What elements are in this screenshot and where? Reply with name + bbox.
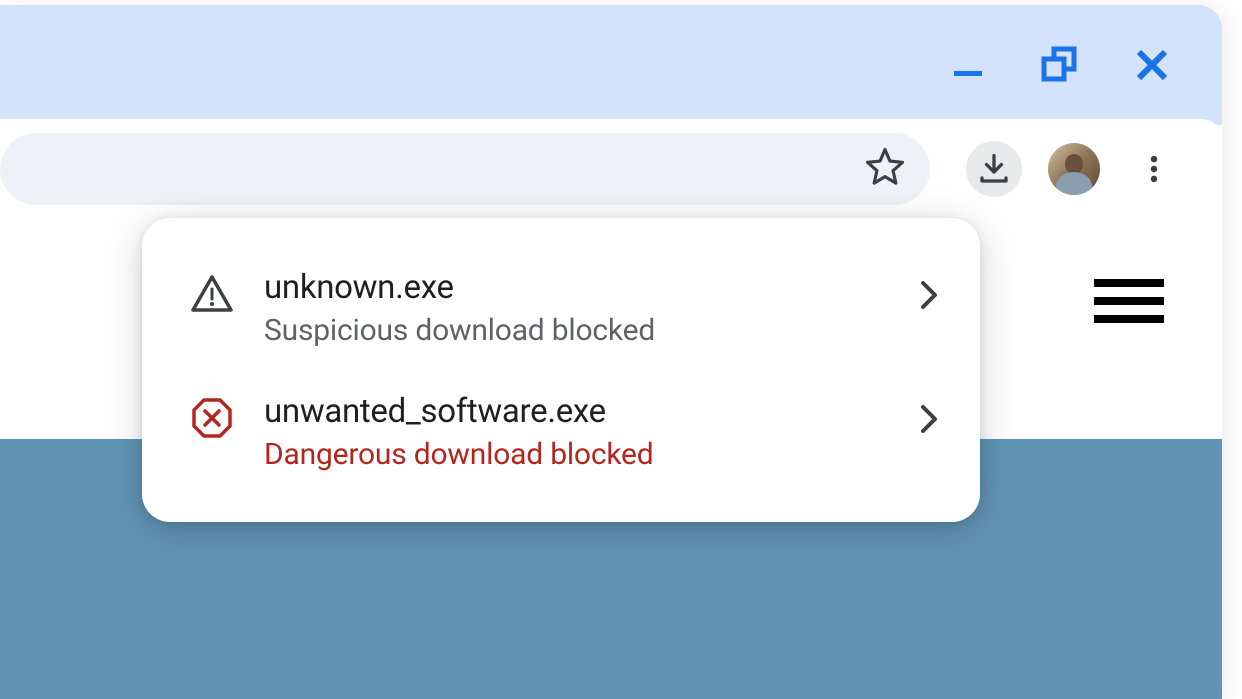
download-item[interactable]: unknown.exe Suspicious download blocked (142, 246, 980, 370)
download-expand-button[interactable] (918, 402, 940, 440)
restore-icon (1040, 45, 1080, 85)
page-menu-button[interactable] (1094, 279, 1164, 323)
download-item[interactable]: unwanted_software.exe Dangerous download… (142, 370, 980, 494)
tab-strip (0, 5, 1222, 125)
download-filename: unknown.exe (264, 268, 888, 307)
restore-button[interactable] (1038, 43, 1082, 87)
warning-triangle-icon (190, 272, 234, 316)
download-expand-button[interactable] (918, 278, 940, 316)
address-bar[interactable] (0, 133, 930, 205)
close-icon (1133, 46, 1171, 84)
downloads-popup: unknown.exe Suspicious download blocked … (142, 218, 980, 522)
download-status: Dangerous download blocked (264, 437, 888, 472)
profile-avatar[interactable] (1048, 143, 1100, 195)
star-icon (864, 146, 906, 188)
danger-octagon-icon (190, 396, 234, 440)
download-icon (976, 151, 1012, 187)
hamburger-icon (1094, 279, 1164, 287)
more-vert-icon (1137, 152, 1171, 186)
menu-button[interactable] (1126, 141, 1182, 197)
minimize-icon (950, 47, 986, 83)
downloads-button[interactable] (966, 141, 1022, 197)
download-filename: unwanted_software.exe (264, 392, 888, 431)
bookmark-button[interactable] (864, 146, 906, 192)
toolbar (0, 119, 1222, 219)
download-status: Suspicious download blocked (264, 313, 888, 348)
close-button[interactable] (1130, 43, 1174, 87)
chevron-right-icon (918, 278, 940, 312)
chevron-right-icon (918, 402, 940, 436)
minimize-button[interactable] (946, 43, 990, 87)
